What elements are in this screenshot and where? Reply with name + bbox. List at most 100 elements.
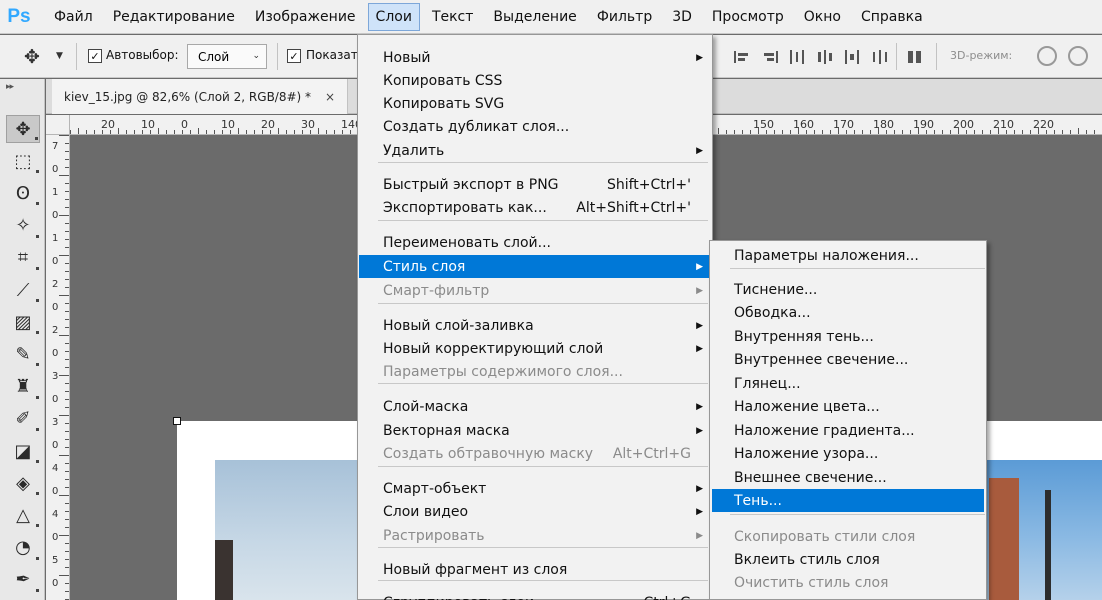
- ruler-origin[interactable]: [46, 115, 70, 135]
- 3d-roll-icon[interactable]: [1068, 46, 1088, 66]
- move-tool-preset-icon[interactable]: ✥: [24, 46, 40, 68]
- paint-bucket-tool-icon: ◈: [16, 472, 30, 494]
- layer-style-item: Скопировать стили слоя: [712, 525, 984, 548]
- layer-menu-item[interactable]: Быстрый экспорт в PNG Shift+Ctrl+': [359, 173, 711, 196]
- menu-item[interactable]: Фильтр: [589, 3, 660, 31]
- menu-item[interactable]: Редактирование: [105, 3, 243, 31]
- history-brush-tool-button[interactable]: ✐: [6, 405, 40, 433]
- layer-menu-item[interactable]: Новый ▶: [359, 46, 711, 69]
- chevron-right-icon: ▶: [696, 530, 703, 541]
- align-right-edges-icon[interactable]: [760, 47, 780, 67]
- layer-style-item[interactable]: Внутренняя тень...: [712, 325, 984, 348]
- magic-wand-tool-button[interactable]: ✧: [6, 212, 40, 240]
- layer-menu-item[interactable]: Копировать CSS: [359, 69, 711, 92]
- ruler-label: 0: [52, 256, 59, 267]
- layer-menu-item[interactable]: Сгруппировать слои Ctrl+G: [359, 591, 711, 600]
- crop-tool-button[interactable]: ⌗: [6, 244, 40, 272]
- menu-item[interactable]: Выделение: [485, 3, 584, 31]
- clone-stamp-tool-button[interactable]: ♜: [6, 373, 40, 401]
- brush-tool-button[interactable]: ✎: [6, 340, 40, 368]
- ruler-tick: [59, 575, 69, 576]
- menu-separator: [378, 383, 708, 384]
- close-icon[interactable]: ×: [325, 90, 335, 104]
- autoselect-target-select[interactable]: Слой ⌄: [187, 44, 267, 69]
- transform-handle[interactable]: [173, 417, 181, 425]
- ruler-tick: [65, 583, 69, 584]
- paint-bucket-tool-button[interactable]: ◈: [6, 469, 40, 497]
- move-tool-button[interactable]: ✥: [6, 115, 40, 143]
- distribute-right-icon[interactable]: [870, 47, 890, 67]
- layer-style-item[interactable]: Внешнее свечение...: [712, 466, 984, 489]
- layer-menu-item[interactable]: Слой-маска ▶: [359, 395, 711, 418]
- layer-style-item[interactable]: Внутреннее свечение...: [712, 348, 984, 371]
- layer-menu-item[interactable]: Удалить ▶: [359, 139, 711, 162]
- menu-item[interactable]: Просмотр: [704, 3, 792, 31]
- document-tab[interactable]: kiev_15.jpg @ 82,6% (Слой 2, RGB/8#) * ×: [52, 79, 349, 114]
- menu-item[interactable]: Окно: [796, 3, 849, 31]
- menu-item[interactable]: Справка: [853, 3, 931, 31]
- layer-menu-item[interactable]: Смарт-объект ▶: [359, 477, 711, 500]
- ruler-tick: [158, 128, 159, 134]
- ruler-label: 30: [301, 118, 315, 131]
- layer-style-item[interactable]: Наложение цвета...: [712, 395, 984, 418]
- vertical-ruler[interactable]: 7 0 1 0 1 0 2 0 2 0 3 0 3 0 4 0 4 0 5 0: [46, 135, 70, 600]
- ruler-tick: [65, 151, 69, 152]
- distribute-top-icon[interactable]: [787, 47, 807, 67]
- layer-menu-item: Растрировать ▶: [359, 524, 711, 547]
- menu-item[interactable]: Текст: [424, 3, 481, 31]
- menu-item[interactable]: 3D: [664, 3, 700, 31]
- layer-menu-item[interactable]: Новый корректирующий слой ▶: [359, 337, 711, 360]
- sharpen-tool-button[interactable]: △: [6, 501, 40, 529]
- layer-menu-item[interactable]: Копировать SVG: [359, 92, 711, 115]
- layer-style-item[interactable]: Глянец...: [712, 372, 984, 395]
- photo-layer-right[interactable]: [985, 460, 1102, 600]
- layer-menu-item-label: Новый фрагмент из слоя: [383, 561, 568, 578]
- menu-item[interactable]: Слои: [367, 2, 420, 31]
- layer-style-item[interactable]: Наложение градиента...: [712, 419, 984, 442]
- collapse-panel-icon[interactable]: ▸▸: [6, 82, 14, 92]
- ruler-tick: [1054, 130, 1055, 134]
- menu-item[interactable]: Файл: [46, 3, 101, 31]
- distribute-centers-icon[interactable]: [815, 47, 835, 67]
- layer-style-item[interactable]: Вклеить стиль слоя: [712, 548, 984, 571]
- pen-tool-button[interactable]: ✒: [6, 566, 40, 594]
- lasso-tool-button[interactable]: ʘ: [6, 179, 40, 207]
- tools-panel: ▸▸ ✥ ⬚ ʘ ✧ ⌗ ⟋ ▨ ✎ ♜ ✐ ◪ ◈ △ ◔ ✒: [0, 79, 45, 600]
- layer-style-item-label: Наложение узора...: [734, 445, 879, 462]
- distribute-bottom-icon[interactable]: [842, 47, 862, 67]
- layer-style-item[interactable]: Наложение узора...: [712, 442, 984, 465]
- marquee-tool-button[interactable]: ⬚: [6, 147, 40, 175]
- eraser-tool-button[interactable]: ◪: [6, 437, 40, 465]
- layer-menu-item-label: Удалить: [383, 142, 445, 159]
- align-left-edges-icon[interactable]: [732, 47, 752, 67]
- layer-menu-item[interactable]: Создать дубликат слоя...: [359, 115, 711, 138]
- layer-menu-item[interactable]: Стиль слоя ▶: [359, 255, 711, 278]
- ruler-tick: [59, 375, 69, 376]
- chevron-down-icon[interactable]: ▼: [56, 51, 63, 61]
- layer-menu-item[interactable]: Слои видео ▶: [359, 500, 711, 523]
- autoselect-checkbox[interactable]: ✓: [88, 49, 102, 63]
- layer-menu-item[interactable]: Переименовать слой...: [359, 231, 711, 254]
- ruler-tick: [65, 327, 69, 328]
- layer-menu-item[interactable]: Векторная маска ▶: [359, 419, 711, 442]
- dodge-tool-button[interactable]: ◔: [6, 534, 40, 562]
- photo-layer-left[interactable]: [215, 460, 363, 600]
- healing-brush-tool-button[interactable]: ▨: [6, 308, 40, 336]
- layer-style-item[interactable]: Тиснение...: [712, 278, 984, 301]
- layer-menu-item-label: Экспортировать как...: [383, 199, 547, 216]
- show-transform-checkbox[interactable]: ✓: [287, 49, 301, 63]
- layer-style-item[interactable]: Параметры наложения...: [712, 244, 984, 267]
- layer-menu-item-label: Создать обтравочную маску: [383, 445, 594, 462]
- layer-menu-item[interactable]: Новый слой-заливка ▶: [359, 314, 711, 337]
- 3d-orbit-icon[interactable]: [1037, 46, 1057, 66]
- layer-menu-item[interactable]: Экспортировать как... Alt+Shift+Ctrl+': [359, 196, 711, 219]
- ruler-tick: [65, 551, 69, 552]
- layer-style-item[interactable]: Обводка...: [712, 301, 984, 324]
- layer-style-item[interactable]: Тень...: [712, 489, 984, 512]
- ruler-tick: [814, 130, 815, 134]
- layer-menu-item-label: Слой-маска: [383, 398, 469, 415]
- eyedropper-tool-button[interactable]: ⟋: [6, 276, 40, 304]
- layer-menu-item[interactable]: Новый фрагмент из слоя: [359, 558, 711, 581]
- menu-item[interactable]: Изображение: [247, 3, 364, 31]
- auto-align-layers-icon[interactable]: [905, 47, 925, 67]
